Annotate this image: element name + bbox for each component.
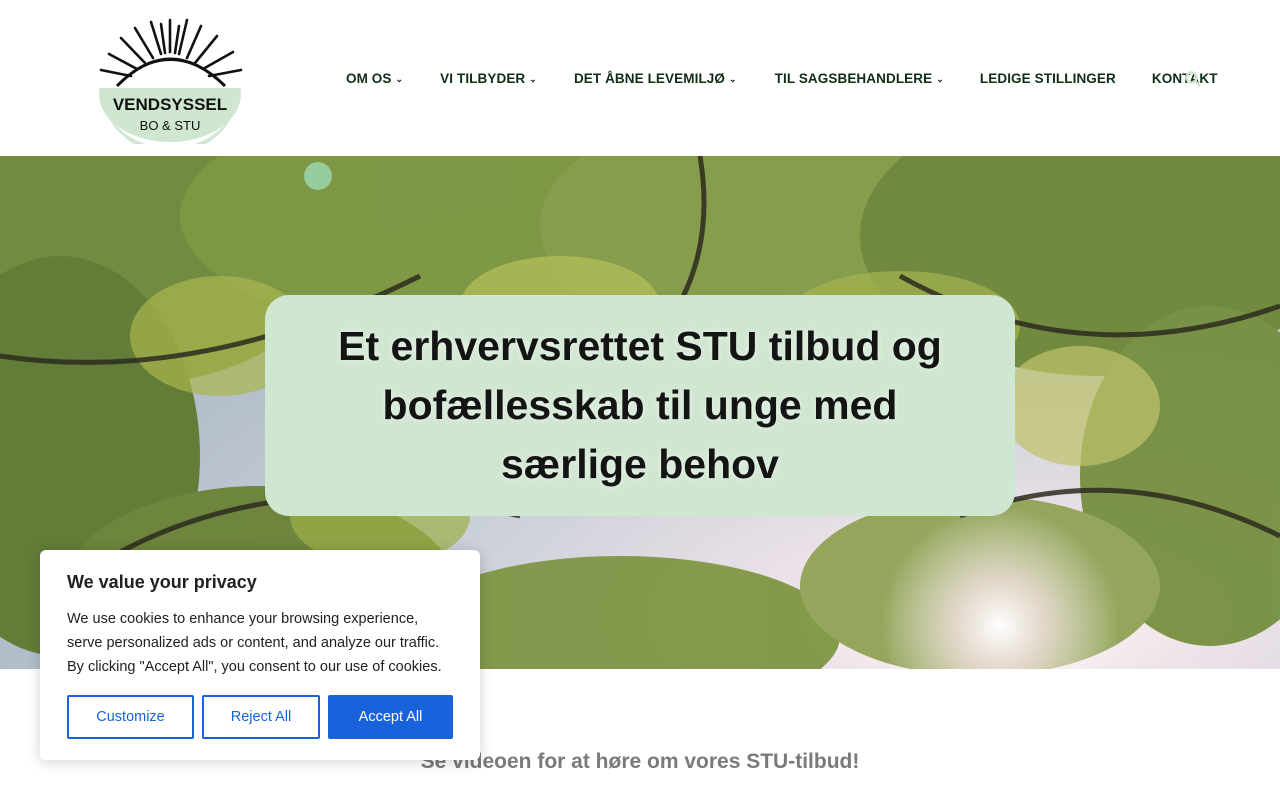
site-header: VENDSYSSEL BO & STU OM OS ⌄ VI TILBYDER …: [0, 0, 1280, 156]
nav-item-label: DET ÅBNE LEVEMILJØ: [573, 70, 726, 86]
svg-text:VENDSYSSEL: VENDSYSSEL: [113, 95, 227, 114]
sun-logo-icon: VENDSYSSEL BO & STU: [95, 18, 245, 154]
nav-item-til-sagsbehandlere[interactable]: TIL SAGSBEHANDLERE ⌄: [775, 71, 944, 86]
nav-item-vi-tilbyder[interactable]: VI TILBYDER ⌄: [440, 71, 537, 86]
search-icon[interactable]: [1185, 71, 1201, 87]
nav-item-label: OM OS: [346, 70, 392, 86]
cookie-buttons: Customize Reject All Accept All: [67, 695, 453, 739]
cookie-consent-banner: We value your privacy We use cookies to …: [40, 550, 480, 760]
nav-item-label: LEDIGE STILLINGER: [979, 70, 1116, 86]
hero-title-box: Et erhvervsrettet STU tilbud og bofælles…: [265, 295, 1015, 516]
main-nav: OM OS ⌄ VI TILBYDER ⌄ DET ÅBNE LEVEMILJØ…: [346, 66, 1218, 90]
reject-all-button[interactable]: Reject All: [202, 695, 320, 739]
hero-title: Et erhvervsrettet STU tilbud og bofælles…: [338, 323, 942, 487]
nav-item-label: VI TILBYDER: [440, 70, 526, 86]
chevron-down-icon: ⌄: [395, 73, 404, 84]
svg-text:BO & STU: BO & STU: [140, 118, 201, 133]
cookie-description: We use cookies to enhance your browsing …: [67, 611, 442, 675]
chevron-down-icon: ⌄: [936, 73, 944, 84]
cookie-title: We value your privacy: [67, 572, 257, 592]
nav-item-ledige-stillinger[interactable]: LEDIGE STILLINGER: [980, 71, 1116, 86]
chevron-down-icon: ⌄: [729, 73, 737, 84]
site-logo[interactable]: VENDSYSSEL BO & STU: [95, 14, 245, 154]
nav-item-om-os[interactable]: OM OS ⌄: [346, 71, 403, 86]
nav-item-label: TIL SAGSBEHANDLERE: [774, 70, 933, 86]
accept-all-button[interactable]: Accept All: [328, 695, 453, 739]
chevron-down-icon: ⌄: [529, 73, 537, 84]
customize-button[interactable]: Customize: [67, 695, 194, 739]
nav-item-det-aabne-levemiljoe[interactable]: DET ÅBNE LEVEMILJØ ⌄: [574, 71, 737, 86]
